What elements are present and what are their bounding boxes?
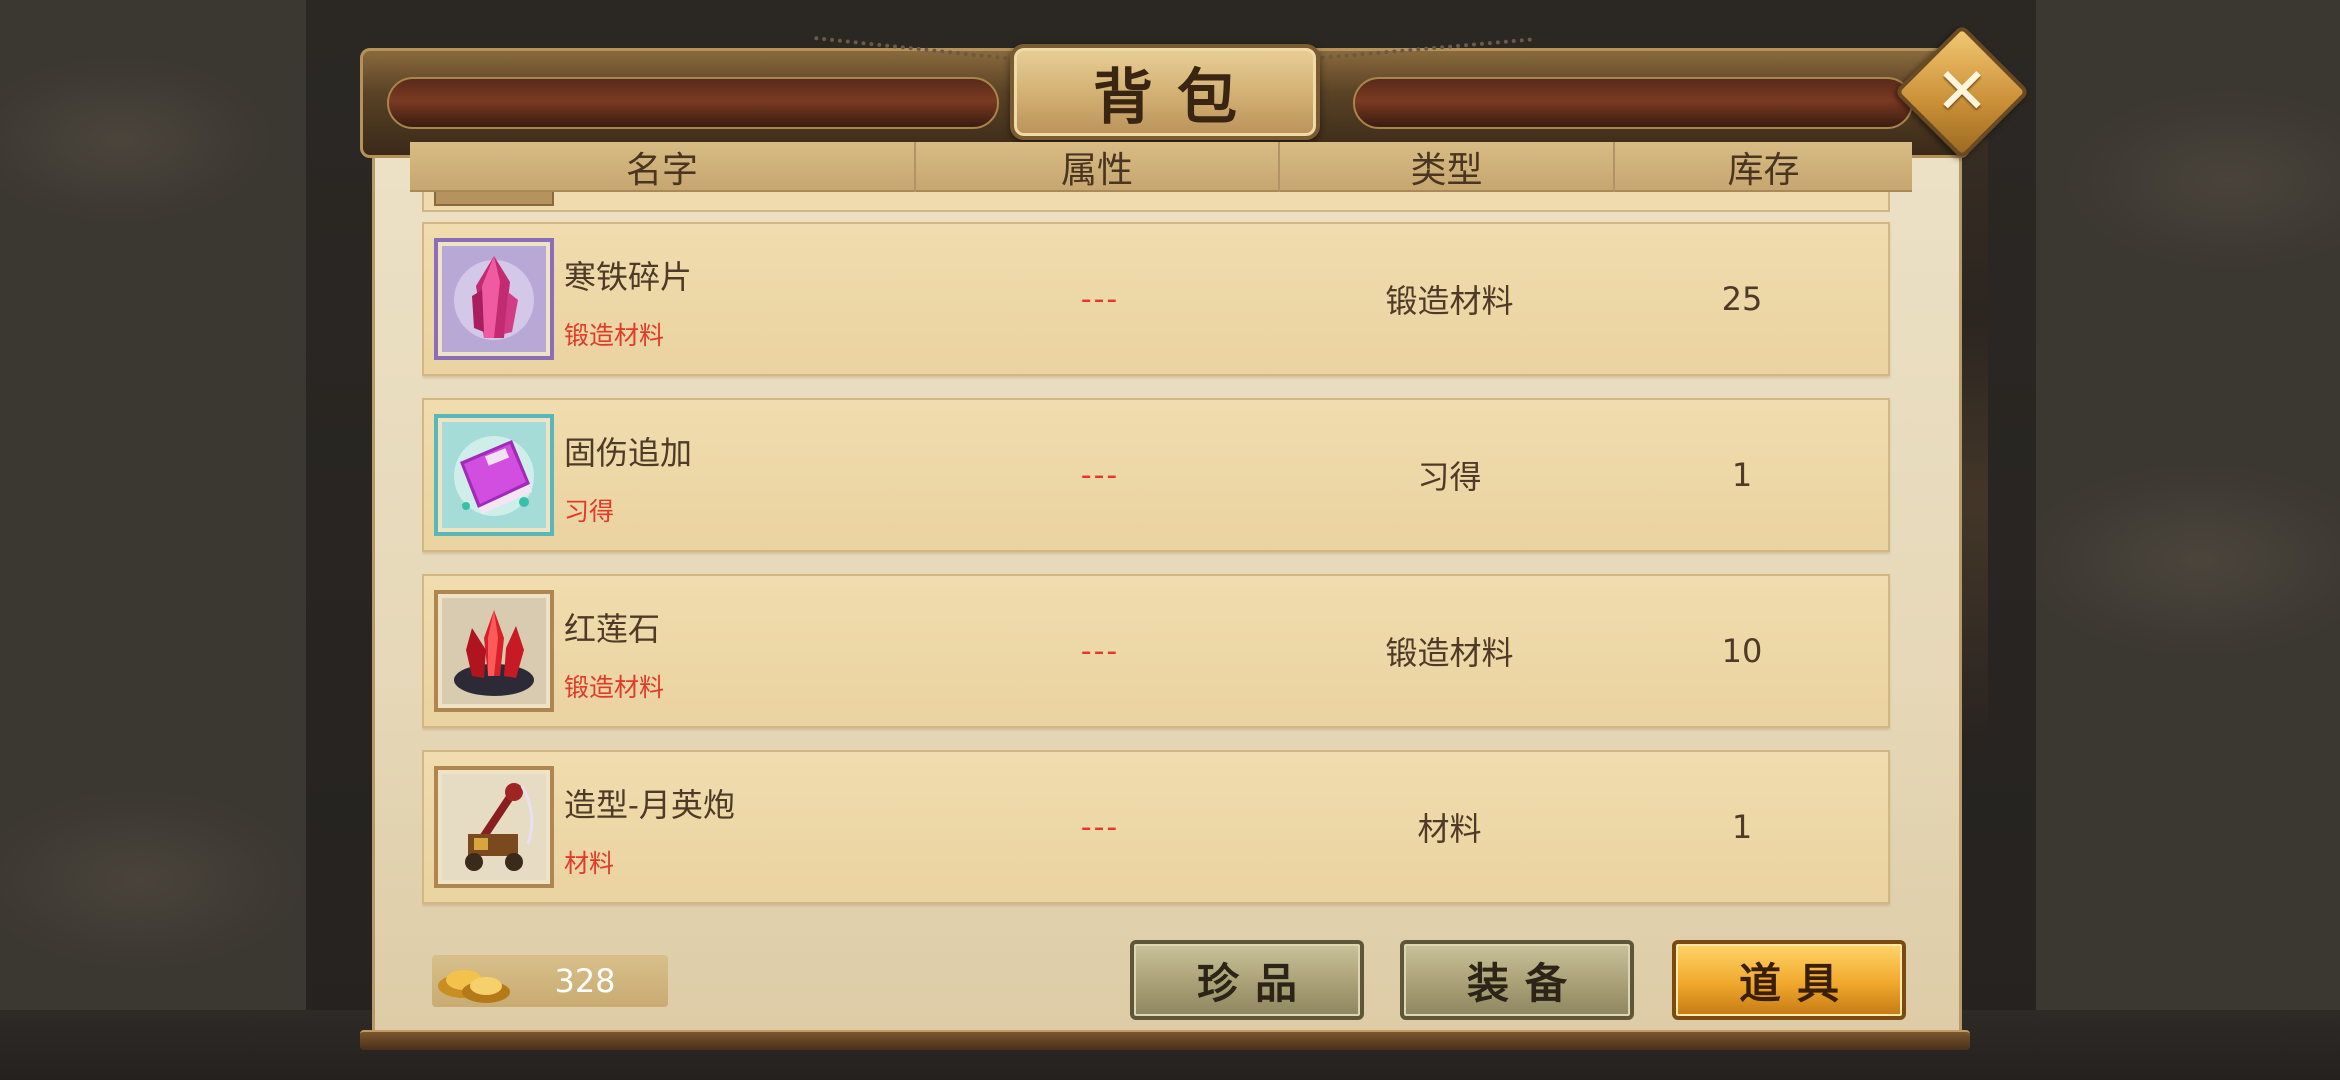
gold-amount: 328 — [554, 962, 616, 1000]
item-attribute: --- — [1080, 809, 1120, 845]
list-item[interactable]: 固伤追加 习得 --- 习得 1 — [422, 398, 1890, 552]
crystal-shard-icon — [442, 246, 546, 352]
chain-right-decoration — [1312, 37, 1534, 75]
column-header-name: 名字 — [410, 142, 916, 192]
title-plate: 背包 — [1010, 44, 1320, 140]
close-icon[interactable]: ✕ — [1914, 44, 2010, 140]
list-item-partial[interactable] — [422, 192, 1890, 212]
item-attribute: --- — [1080, 633, 1120, 669]
panel-bottom-frame — [360, 1030, 1970, 1050]
column-header-attribute: 属性 — [916, 142, 1280, 192]
item-name: 寒铁碎片 — [564, 258, 693, 296]
chain-left-decoration — [812, 36, 1024, 76]
item-subtype: 锻造材料 — [564, 673, 665, 702]
red-crystal-icon — [442, 598, 546, 704]
gold-ingot-icon — [434, 948, 514, 1008]
item-name: 红莲石 — [564, 610, 661, 648]
tab-equipment[interactable]: 装备 — [1400, 940, 1634, 1020]
item-list[interactable]: 寒铁碎片 锻造材料 --- 锻造材料 25 固伤追加 习得 --- 习得 1 红… — [422, 192, 1902, 964]
item-icon-frame — [434, 238, 554, 360]
item-stock: 25 — [1721, 280, 1763, 318]
panel-title: 背包 — [1093, 62, 1261, 133]
item-subtype: 习得 — [564, 497, 615, 526]
list-item[interactable]: 红莲石 锻造材料 --- 锻造材料 10 — [422, 574, 1890, 728]
item-subtype: 材料 — [564, 849, 615, 878]
item-icon-frame — [434, 590, 554, 712]
item-stock: 10 — [1721, 632, 1763, 670]
item-attribute: --- — [1080, 281, 1120, 317]
catapult-icon — [442, 774, 546, 880]
item-type: 材料 — [1417, 810, 1482, 848]
list-item[interactable]: 寒铁碎片 锻造材料 --- 锻造材料 25 — [422, 222, 1890, 376]
tab-treasures[interactable]: 珍品 — [1130, 940, 1364, 1020]
item-type: 习得 — [1417, 458, 1482, 496]
skill-book-icon — [442, 422, 546, 528]
item-subtype: 锻造材料 — [564, 321, 665, 350]
header-bar-right — [1353, 77, 1913, 129]
item-type: 锻造材料 — [1385, 634, 1514, 672]
item-icon-frame — [434, 766, 554, 888]
item-attribute: --- — [1080, 457, 1120, 493]
item-name: 固伤追加 — [564, 434, 693, 472]
tab-items[interactable]: 道具 — [1672, 940, 1906, 1020]
item-stock: 1 — [1731, 456, 1753, 494]
column-header-type: 类型 — [1280, 142, 1615, 192]
inventory-panel: 背包 ✕ 名字 属性 类型 库存 寒铁碎片 锻造材料 --- 锻造材料 25 固… — [360, 24, 2030, 1050]
item-type: 锻造材料 — [1385, 282, 1514, 320]
item-stock: 1 — [1731, 808, 1753, 846]
table-header: 名字 属性 类型 库存 — [410, 142, 1912, 192]
item-icon-partial — [434, 192, 554, 206]
column-header-stock: 库存 — [1727, 150, 1800, 191]
item-icon-frame — [434, 414, 554, 536]
list-item[interactable]: 造型-月英炮 材料 --- 材料 1 — [422, 750, 1890, 904]
item-name: 造型-月英炮 — [564, 786, 735, 824]
header-bar-left — [387, 77, 999, 129]
